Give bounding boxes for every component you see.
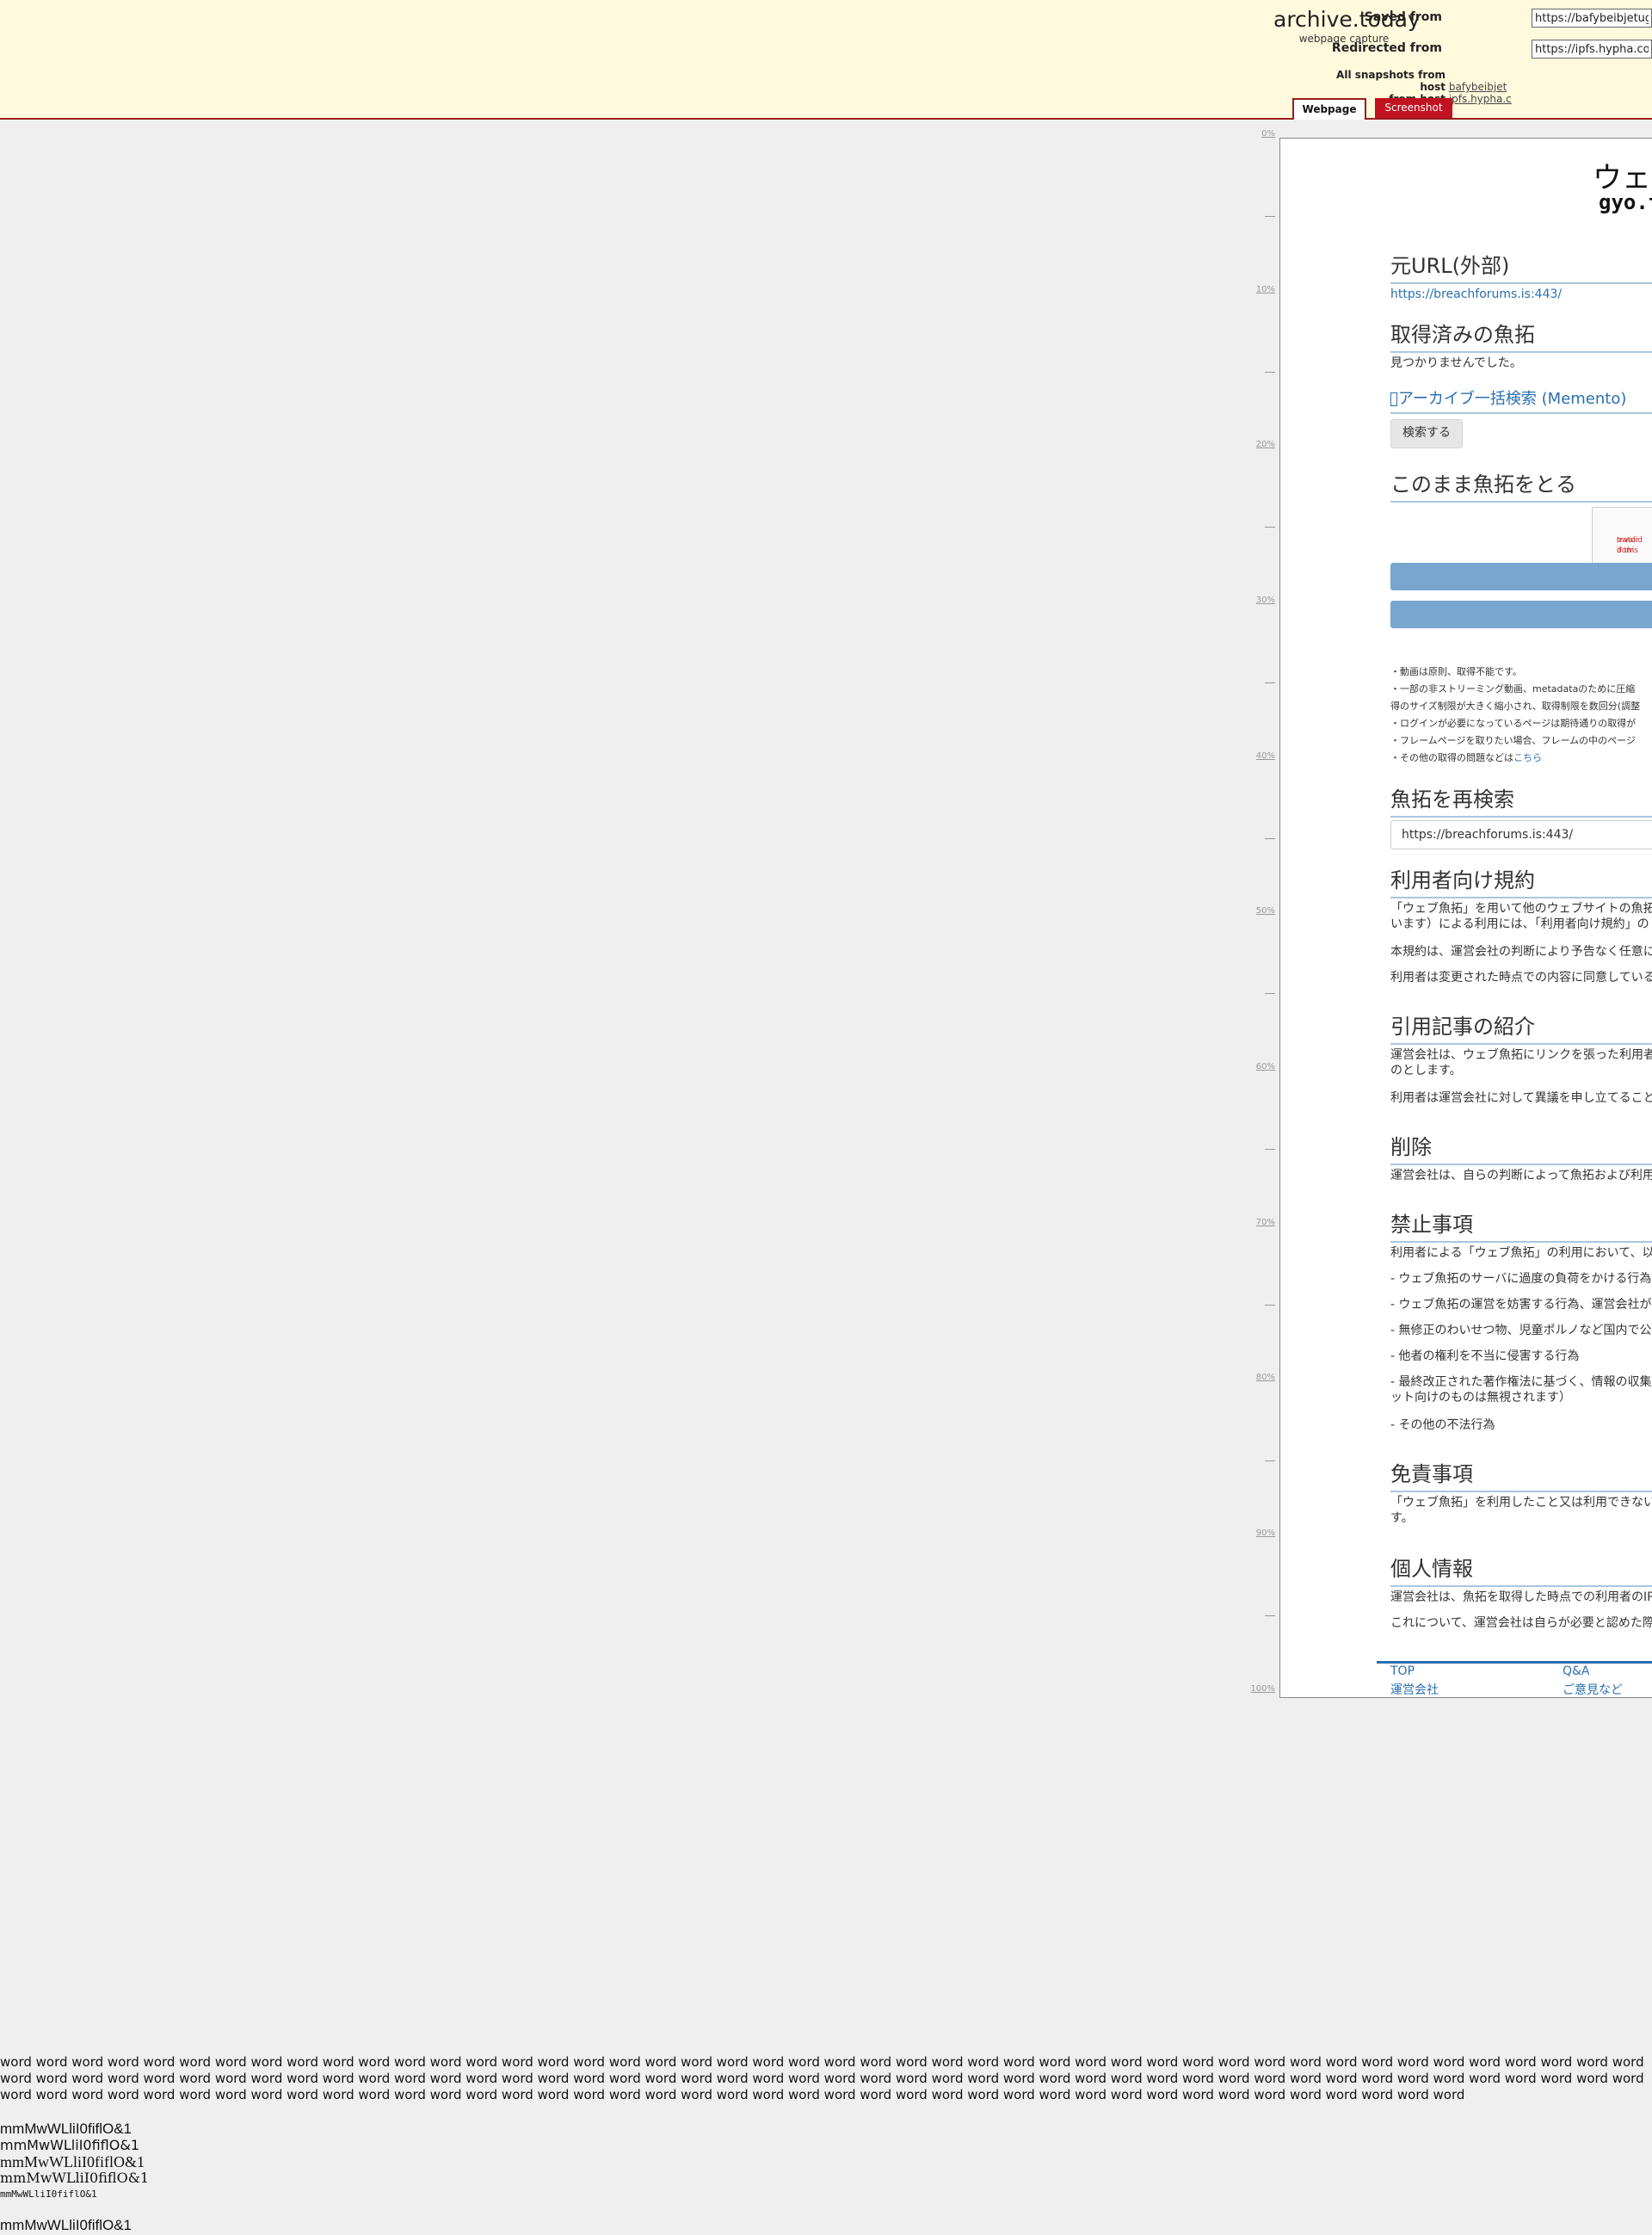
delete-text: 運営会社は、自らの判断によって魚拓および利用 — [1390, 1169, 1652, 1182]
external-link-icon — [1390, 392, 1397, 406]
ruler-label[interactable]: 80% — [1239, 1373, 1275, 1382]
footer-link-qa[interactable]: Q&A — [1563, 1664, 1590, 1678]
prohibited-item: - ウェブ魚拓の運営を妨害する行為、運営会社が — [1390, 1298, 1652, 1312]
font-sample: mmMwWLliI0fiflO&1 — [0, 2217, 133, 2233]
captcha-widget[interactable]: Invalid dom trator if this — [1592, 507, 1652, 567]
note-line-text: ・その他の取得の問題などは — [1390, 752, 1513, 763]
redirected-from-label: Redirected from — [1331, 41, 1442, 55]
capture-button[interactable] — [1390, 563, 1652, 590]
font-sample: mmMwWLliI0fiflO&1 — [0, 2189, 97, 2200]
host-link-1[interactable]: bafybeibjet — [1449, 81, 1507, 93]
disclaimer-text: す。 — [1390, 1511, 1414, 1525]
note-line: 得のサイズ制限が大きく縮小され、取得制限を数回分(調整 — [1390, 701, 1641, 712]
prohibited-heading: 禁止事項 — [1390, 1207, 1652, 1243]
ruler-label[interactable]: 60% — [1239, 1062, 1275, 1071]
archive-search-link-label: アーカイブ一括検索 (Memento) — [1398, 390, 1627, 408]
research-heading: 魚拓を再検索 — [1390, 782, 1652, 818]
archive-header: archive.today webpage capture Saved from… — [0, 0, 1652, 120]
prohibited-item: - その他の不法行為 — [1390, 1418, 1495, 1432]
captured-page-frame: ウェブ gyo.t 元URL(外部) https://breachforums.… — [1279, 138, 1652, 1698]
ruler-tick — [1265, 527, 1275, 528]
terms-text: 利用者は変更された時点での内容に同意している — [1390, 971, 1652, 985]
quote-text: 運営会社は、ウェブ魚拓にリンクを張った利用者 — [1390, 1048, 1652, 1062]
terms-text: 本規約は、運営会社の判断により予告なく任意に — [1390, 945, 1652, 959]
acquired-text: 見つかりませんでした。 — [1390, 356, 1522, 370]
saved-from-label: Saved from — [1364, 10, 1442, 24]
font-sample: mmMwWLliI0fiflO&1 — [0, 2121, 133, 2137]
ruler-label[interactable]: 50% — [1239, 906, 1275, 916]
take-capture-heading: このまま魚拓をとる — [1390, 467, 1652, 503]
from-host-label: from host — [1418, 69, 1446, 93]
delete-heading: 削除 — [1390, 1130, 1652, 1165]
search-button[interactable]: 検索する — [1390, 419, 1463, 448]
ruler-tick — [1265, 1460, 1275, 1461]
ruler-label[interactable]: 30% — [1239, 596, 1275, 605]
ruler-label[interactable]: 70% — [1239, 1218, 1275, 1227]
footer-link-top[interactable]: TOP — [1390, 1664, 1415, 1678]
tab-webpage[interactable]: Webpage — [1292, 98, 1366, 120]
ruler-label[interactable]: 10% — [1239, 285, 1275, 294]
original-url-heading: 元URL(外部) — [1390, 249, 1652, 284]
ruler-label[interactable]: 40% — [1239, 751, 1275, 761]
host-link-2[interactable]: ipfs.hypha.c — [1449, 93, 1512, 105]
ruler-label[interactable]: 20% — [1239, 440, 1275, 449]
ruler-label[interactable]: 0% — [1239, 129, 1275, 139]
terms-text: 「ウェブ魚拓」を用いて他のウェブサイトの魚拓 — [1390, 902, 1652, 916]
prohibited-item: - 最終改正された著作権法に基づく、情報の収集 — [1390, 1375, 1652, 1389]
ruler-tick — [1265, 1305, 1275, 1306]
prohibited-item: - 無修正のわいせつ物、児童ポルノなど国内で公 — [1390, 1324, 1652, 1337]
font-sample: mmMwWLliI0fiflO&1 — [0, 2137, 139, 2153]
tab-screenshot[interactable]: Screenshot — [1375, 98, 1452, 118]
redirected-from-input[interactable] — [1532, 40, 1652, 59]
ruler-label[interactable]: 100% — [1239, 1684, 1275, 1694]
captcha-error-text-2: trator if this — [1617, 536, 1639, 555]
disclaimer-text: 「ウェブ魚拓」を利用したこと又は利用できない — [1390, 1496, 1652, 1510]
terms-text: います）による利用には、「利用者向け規約」の — [1390, 917, 1649, 931]
terms-heading: 利用者向け規約 — [1390, 863, 1652, 898]
footer-link-company[interactable]: 運営会社 — [1390, 1681, 1439, 1697]
note-line: ・フレームページを取りたい場合、フレームの中のページ — [1390, 735, 1636, 746]
footer-divider — [1377, 1661, 1652, 1664]
prohibited-item: - 他者の権利を不当に侵害する行為 — [1390, 1349, 1580, 1363]
font-sample: mmMwWLliI0fiflO&1 — [0, 2153, 145, 2170]
note-line: ・動画は原則、取得不能です。 — [1390, 666, 1522, 677]
prohibited-item: ット向けのものは無視されます） — [1390, 1391, 1571, 1405]
site-logo-domain[interactable]: gyo.t — [1599, 190, 1652, 214]
ruler-tick — [1265, 372, 1275, 373]
note-line: ・ログインが必要になっているページは期待通りの取得が — [1390, 718, 1637, 729]
font-sample: mmMwWLliI0fiflO&1 — [0, 2170, 150, 2186]
note-line: ・その他の取得の問題などはこちら — [1390, 752, 1542, 764]
saved-from-input[interactable] — [1532, 9, 1652, 28]
footer-link-feedback[interactable]: ご意見など — [1563, 1681, 1623, 1697]
ruler-tick — [1265, 993, 1275, 994]
archive-search-link[interactable]: アーカイブ一括検索 (Memento) — [1390, 386, 1652, 414]
quote-heading: 引用記事の紹介 — [1390, 1009, 1652, 1045]
privacy-text: これについて、運営会社は自らが必要と認めた際 — [1390, 1616, 1652, 1630]
note-line: ・一部の非ストリーミング動画、metadataのために圧縮 — [1390, 683, 1636, 695]
all-snapshots-label: All snapshots — [1336, 69, 1415, 81]
notes-link[interactable]: こちら — [1513, 752, 1542, 763]
ruler-tick — [1265, 682, 1275, 683]
capture-button-alt[interactable] — [1390, 601, 1652, 628]
prohibited-intro: 利用者による「ウェブ魚拓」の利用において、以 — [1390, 1246, 1652, 1260]
word-filler-text: word word word word word word word word … — [0, 2054, 1644, 2102]
quote-text: のとします。 — [1390, 1064, 1462, 1077]
ruler-label[interactable]: 90% — [1239, 1528, 1275, 1538]
disclaimer-heading: 免責事項 — [1390, 1457, 1652, 1492]
ruler-tick — [1265, 216, 1275, 217]
ruler-tick — [1265, 1149, 1275, 1150]
ruler-tick — [1265, 1615, 1275, 1616]
quote-text: 利用者は運営会社に対して異議を申し立てること — [1390, 1091, 1652, 1105]
original-url-link[interactable]: https://breachforums.is:443/ — [1390, 287, 1562, 302]
acquired-heading: 取得済みの魚拓 — [1390, 318, 1652, 353]
privacy-heading: 個人情報 — [1390, 1552, 1652, 1587]
research-url-input[interactable]: https://breachforums.is:443/ — [1390, 820, 1652, 849]
ruler-tick — [1265, 838, 1275, 839]
prohibited-item: - ウェブ魚拓のサーバに過度の負荷をかける行為 — [1390, 1272, 1652, 1286]
privacy-text: 運営会社は、魚拓を取得した時点での利用者のIP — [1390, 1590, 1652, 1604]
